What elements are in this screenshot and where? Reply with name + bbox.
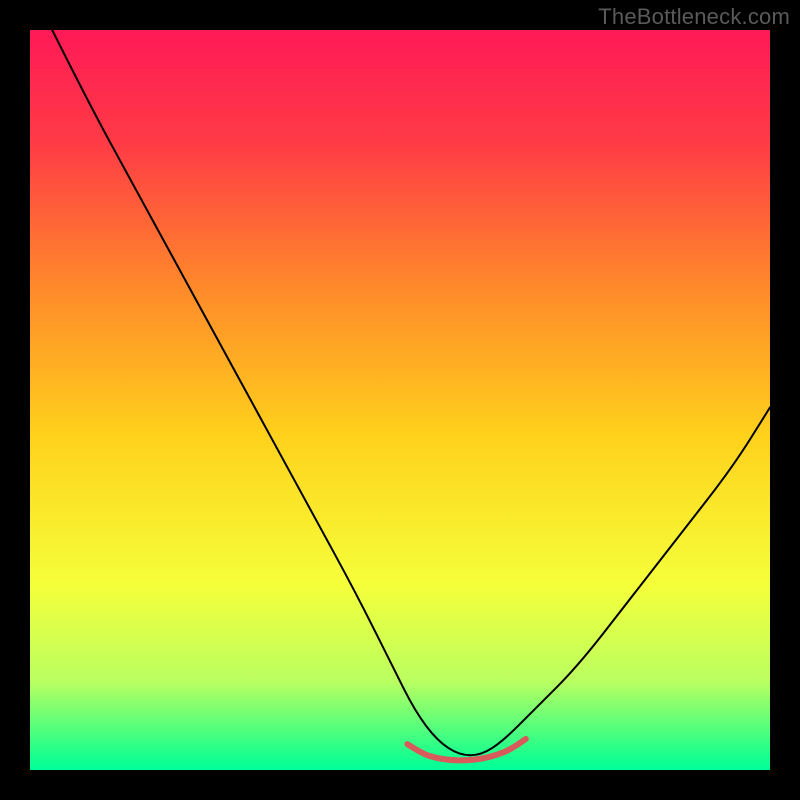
chart-frame: TheBottleneck.com xyxy=(0,0,800,800)
gradient-background xyxy=(30,30,770,770)
plot-svg xyxy=(30,30,770,770)
plot-area xyxy=(30,30,770,770)
watermark-text: TheBottleneck.com xyxy=(598,4,790,30)
